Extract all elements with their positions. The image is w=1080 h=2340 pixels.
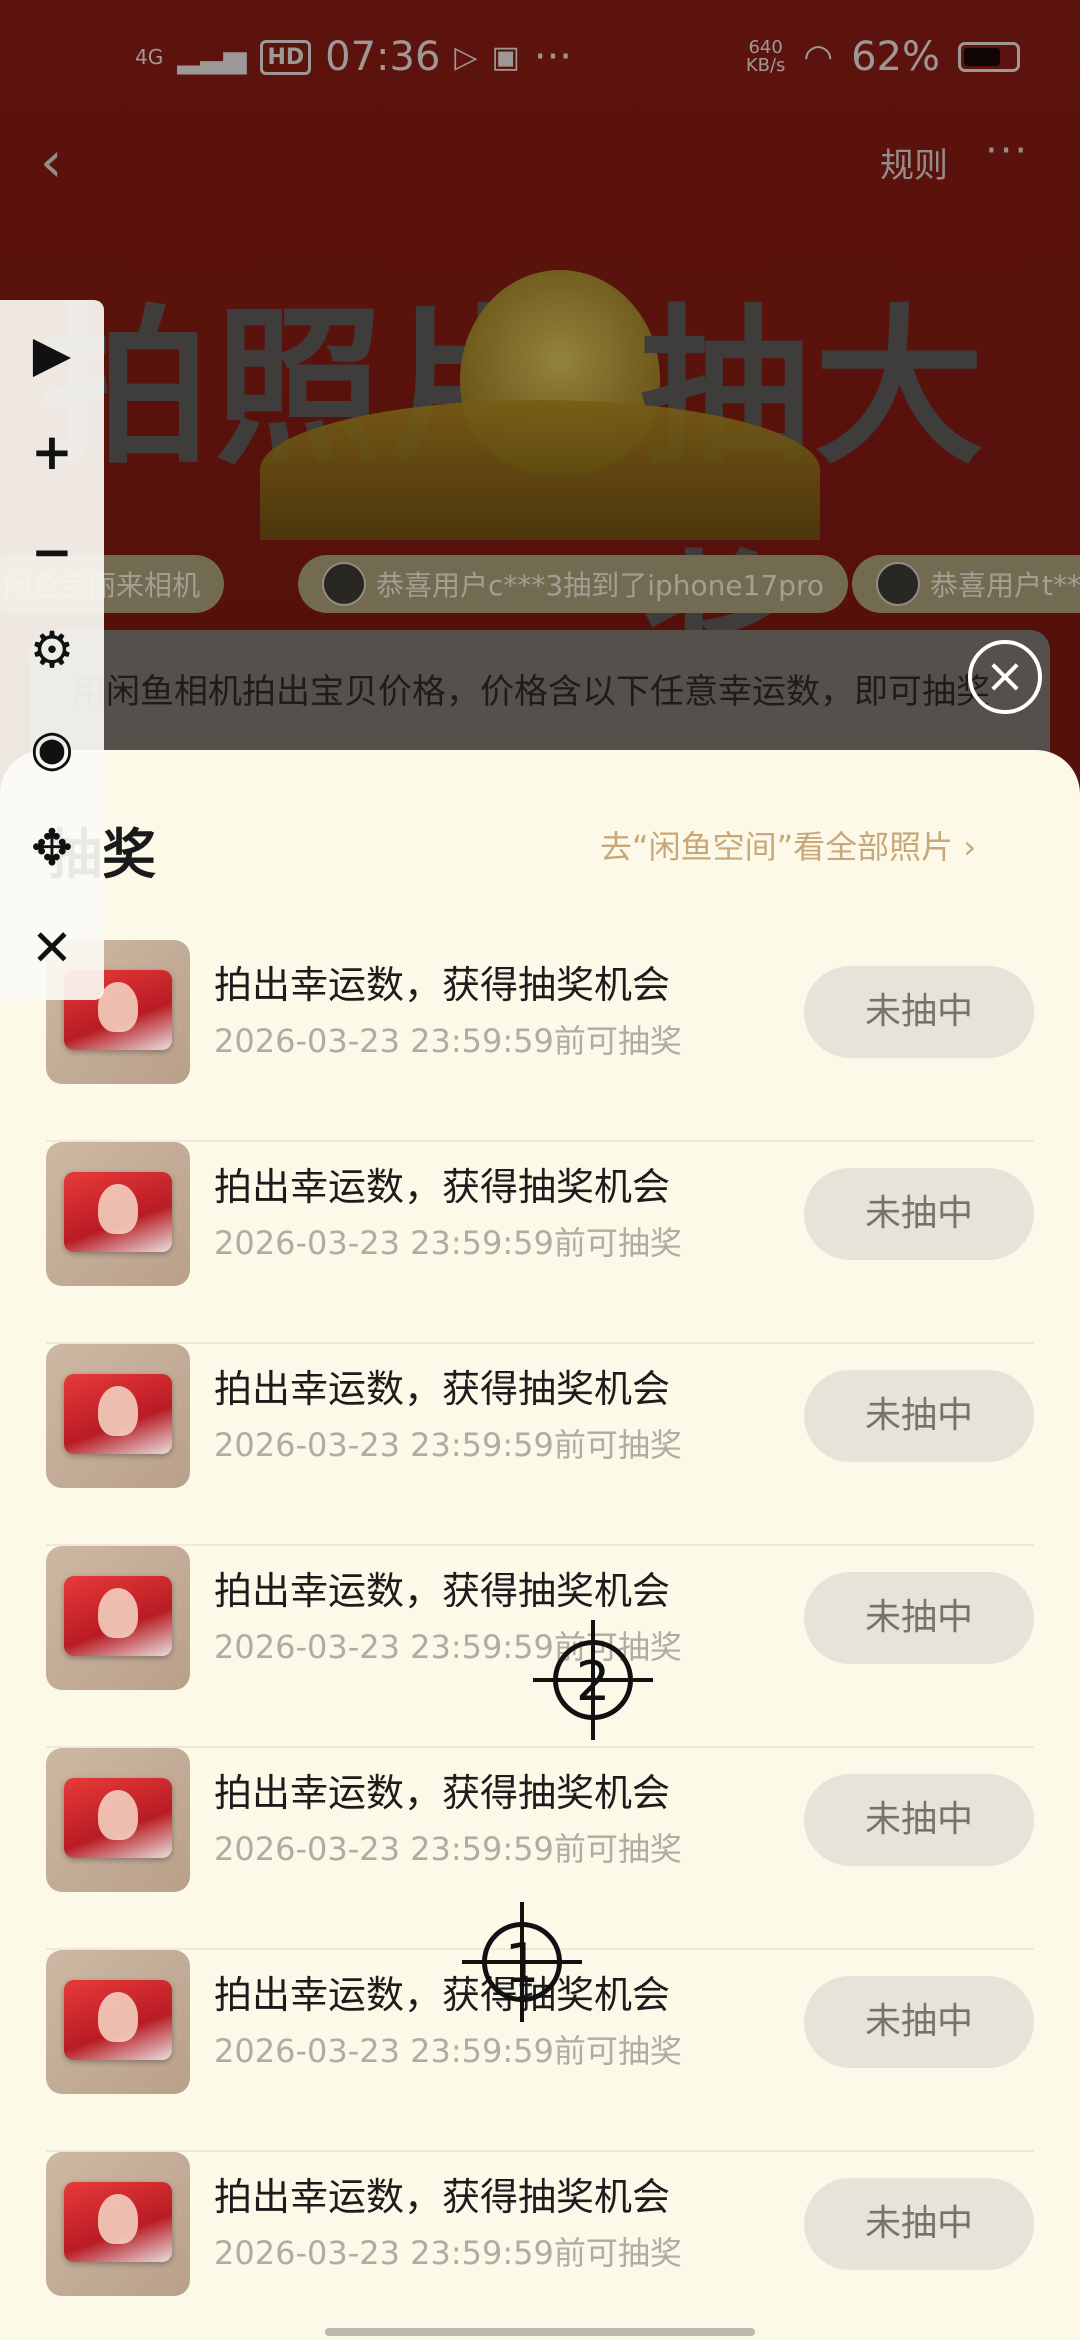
draw-status-button[interactable]: 未抽中 [804,966,1034,1058]
photo-thumbnail[interactable] [46,2152,190,2296]
lottery-sheet: 抽奖 去“闲鱼空间”看全部照片 › 拍出幸运数，获得抽奖机会 2026-03-2… [0,750,1080,2340]
item-title: 拍出幸运数，获得抽奖机会 [214,2175,671,2219]
view-all-photos-link[interactable]: 去“闲鱼空间”看全部照片 › [600,822,976,868]
close-sheet-button[interactable]: × [968,640,1042,714]
item-title: 拍出幸运数，获得抽奖机会 [214,1165,671,1209]
draw-status-button[interactable]: 未抽中 [804,1168,1034,1260]
floating-toolbar: ▶ + − ⚙ ◉ ✥ ✕ [0,300,104,1000]
photo-thumbnail[interactable] [46,1748,190,1892]
item-title: 拍出幸运数，获得抽奖机会 [214,1973,671,2017]
close-icon[interactable]: ✕ [22,918,82,978]
item-title: 拍出幸运数，获得抽奖机会 [214,1771,671,1815]
marker-number: 1 [504,1932,540,1995]
draw-status-button[interactable]: 未抽中 [804,1572,1034,1664]
item-title: 拍出幸运数，获得抽奖机会 [214,1367,671,1411]
photo-thumbnail[interactable] [46,1142,190,1286]
list-item[interactable]: 拍出幸运数，获得抽奖机会 2026-03-23 23:59:59前可抽奖 未抽中 [46,1142,1034,1344]
item-deadline: 2026-03-23 23:59:59前可抽奖 [214,1022,682,1060]
minus-icon[interactable]: − [22,522,82,582]
play-icon[interactable]: ▶ [22,324,82,384]
home-indicator[interactable] [325,2328,755,2336]
crosshair-marker-2: 2 [533,1620,653,1740]
item-title: 拍出幸运数，获得抽奖机会 [214,963,671,1007]
item-deadline: 2026-03-23 23:59:59前可抽奖 [214,1830,682,1868]
photo-thumbnail[interactable] [46,1546,190,1690]
photo-thumbnail[interactable] [46,1950,190,2094]
draw-status-button[interactable]: 未抽中 [804,1370,1034,1462]
list-item[interactable]: 拍出幸运数，获得抽奖机会 2026-03-23 23:59:59前可抽奖 未抽中 [46,1344,1034,1546]
item-deadline: 2026-03-23 23:59:59前可抽奖 [214,1224,682,1262]
item-deadline: 2026-03-23 23:59:59前可抽奖 [214,2234,682,2272]
list-item[interactable]: 拍出幸运数，获得抽奖机会 2026-03-23 23:59:59前可抽奖 未抽中 [46,2152,1034,2340]
draw-status-button[interactable]: 未抽中 [804,1774,1034,1866]
gear-icon[interactable]: ⚙ [22,620,82,680]
photo-thumbnail[interactable] [46,1344,190,1488]
move-icon[interactable]: ✥ [22,818,82,878]
item-deadline: 2026-03-23 23:59:59前可抽奖 [214,1426,682,1464]
item-deadline: 2026-03-23 23:59:59前可抽奖 [214,2032,682,2070]
draw-status-button[interactable]: 未抽中 [804,2178,1034,2270]
plus-icon[interactable]: + [22,422,82,482]
marker-number: 2 [575,1650,611,1713]
crosshair-marker-1: 1 [462,1902,582,2022]
draw-status-button[interactable]: 未抽中 [804,1976,1034,2068]
list-item[interactable]: 拍出幸运数，获得抽奖机会 2026-03-23 23:59:59前可抽奖 未抽中 [46,940,1034,1142]
eye-off-icon[interactable]: ◉ [22,718,82,778]
item-title: 拍出幸运数，获得抽奖机会 [214,1569,671,1613]
